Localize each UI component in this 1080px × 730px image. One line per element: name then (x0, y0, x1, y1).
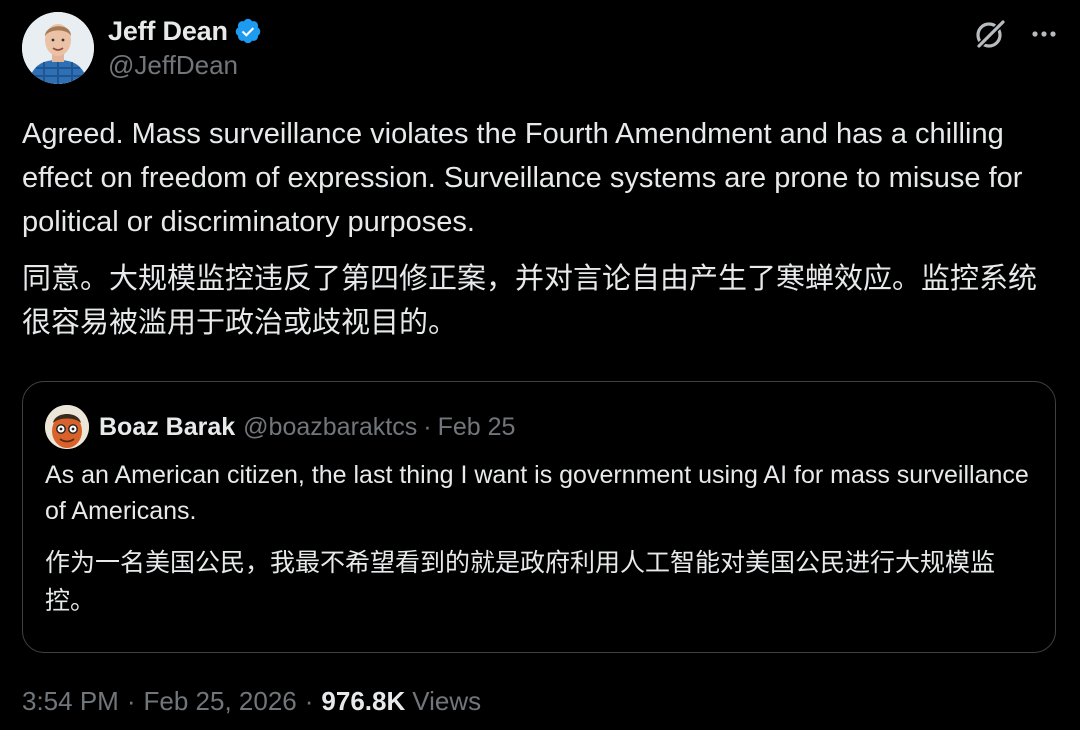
quoted-text-english: As an American citizen, the last thing I… (45, 461, 1029, 525)
tweet-time[interactable]: 3:54 PM (22, 686, 119, 717)
quoted-author-handle[interactable]: @boazbaraktcs (243, 413, 417, 442)
author-avatar[interactable] (22, 12, 94, 84)
quoted-author-avatar[interactable] (45, 405, 89, 449)
tweet-date[interactable]: Feb 25, 2026 (144, 686, 297, 717)
author-name[interactable]: Jeff Dean (108, 16, 228, 47)
more-icon[interactable] (1024, 14, 1064, 54)
quoted-tweet-header: Boaz Barak @boazbaraktcs · Feb 25 (45, 404, 515, 450)
quoted-tweet-date[interactable]: Feb 25 (438, 413, 516, 442)
views-count: 976.8K (321, 686, 406, 716)
verified-badge-icon[interactable] (234, 17, 262, 45)
grok-icon[interactable] (970, 14, 1010, 54)
tweet-text-english: Agreed. Mass surveillance violates the F… (22, 118, 1023, 238)
quoted-meta-separator: · (423, 412, 432, 441)
quoted-text-chinese: 作为一名美国公民，我最不希望看到的就是政府利用人工智能对美国公民进行大规模监控。 (45, 548, 996, 615)
views-label: Views (412, 686, 482, 716)
tweet-footer: 3:54 PM · Feb 25, 2026 · 976.8K Views (22, 686, 481, 717)
tweet-text-chinese: 同意。大规模监控违反了第四修正案，并对言论自由产生了寒蝉效应。监控系统很容易被滥… (22, 261, 1038, 339)
author-block: Jeff Dean @JeffDean (108, 14, 262, 81)
quoted-author-name[interactable]: Boaz Barak (99, 413, 235, 442)
footer-separator: · (304, 686, 314, 716)
footer-separator: · (126, 686, 136, 716)
quoted-tweet-card[interactable]: Boaz Barak @boazbaraktcs · Feb 25 As an … (22, 381, 1056, 653)
author-handle[interactable]: @JeffDean (108, 50, 262, 81)
tweet-detail: Jeff Dean @JeffDean Agreed. Mass surveil… (0, 0, 1080, 730)
tweet-header: Jeff Dean @JeffDean (22, 10, 1062, 86)
